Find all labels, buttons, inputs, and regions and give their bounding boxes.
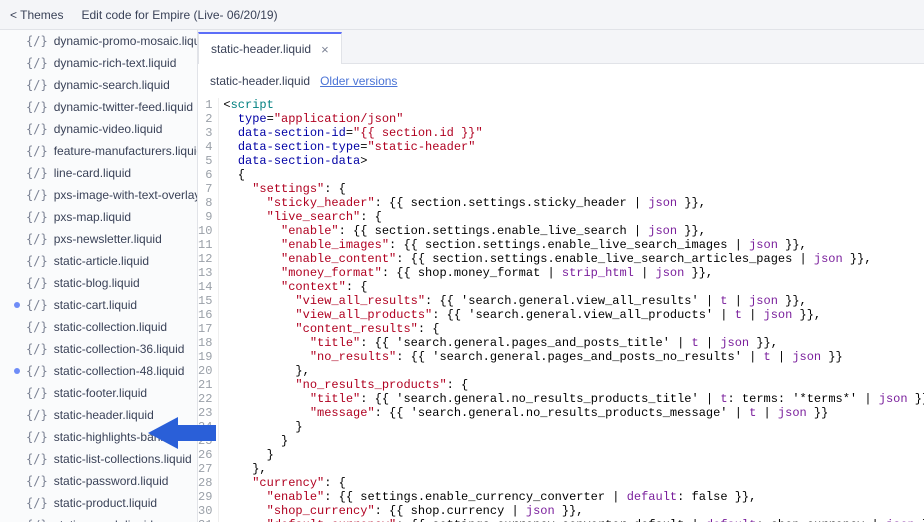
file-label: static-list-collections.liquid — [54, 452, 192, 466]
liquid-file-icon: {/} — [26, 210, 48, 224]
liquid-file-icon: {/} — [26, 386, 48, 400]
sidebar-item[interactable]: {/} static-list-collections.liquid — [0, 448, 197, 470]
sidebar-item[interactable]: {/} static-header.liquid — [0, 404, 197, 426]
file-label: static-blog.liquid — [54, 276, 140, 290]
sidebar-item[interactable]: {/} static-article.liquid — [0, 250, 197, 272]
liquid-file-icon: {/} — [26, 122, 48, 136]
tab-static-header[interactable]: static-header.liquid × — [198, 32, 342, 64]
sidebar-item[interactable]: {/} static-cart.liquid — [0, 294, 197, 316]
file-label: static-header.liquid — [54, 408, 154, 422]
liquid-file-icon: {/} — [26, 276, 48, 290]
code-editor[interactable]: 1234567891011121314151617181920212223242… — [198, 98, 924, 522]
file-label: pxs-image-with-text-overlay.liquid — [54, 188, 197, 202]
file-label: dynamic-search.liquid — [54, 78, 170, 92]
topbar: < Themes Edit code for Empire (Live- 06/… — [0, 0, 924, 30]
file-name: static-header.liquid — [210, 74, 310, 88]
main-panel: {/} dynamic-promo-mosaic.liquid {/} dynamic… — [0, 30, 924, 522]
sidebar-item[interactable]: {/} static-search.liquid — [0, 514, 197, 522]
file-crumbs: static-header.liquid Older versions — [198, 64, 924, 98]
sidebar-item[interactable]: {/} pxs-map.liquid — [0, 206, 197, 228]
file-sidebar[interactable]: {/} dynamic-promo-mosaic.liquid {/} dynamic… — [0, 30, 198, 522]
sidebar-item[interactable]: {/} static-product.liquid — [0, 492, 197, 514]
editor-pane: static-header.liquid × static-header.liq… — [198, 30, 924, 522]
liquid-file-icon: {/} — [26, 166, 48, 180]
file-label: static-password.liquid — [54, 474, 169, 488]
liquid-file-icon: {/} — [26, 364, 48, 378]
sidebar-item[interactable]: {/} static-collection-48.liquid — [0, 360, 197, 382]
sidebar-item[interactable]: {/} dynamic-video.liquid — [0, 118, 197, 140]
line-gutter: 1234567891011121314151617181920212223242… — [198, 98, 219, 522]
code-content[interactable]: <script type="application/json" data-sec… — [219, 98, 924, 522]
sidebar-item[interactable]: {/} static-password.liquid — [0, 470, 197, 492]
sidebar-item[interactable]: {/} static-footer.liquid — [0, 382, 197, 404]
modified-dot-icon — [14, 368, 20, 374]
liquid-file-icon: {/} — [26, 452, 48, 466]
file-label: dynamic-twitter-feed.liquid — [54, 100, 193, 114]
file-label: static-collection.liquid — [54, 320, 167, 334]
file-label: dynamic-promo-mosaic.liquid — [54, 34, 197, 48]
liquid-file-icon: {/} — [26, 232, 48, 246]
older-versions-link[interactable]: Older versions — [320, 74, 397, 88]
file-label: dynamic-video.liquid — [54, 122, 163, 136]
liquid-file-icon: {/} — [26, 342, 48, 356]
file-label: pxs-newsletter.liquid — [54, 232, 162, 246]
sidebar-item[interactable]: {/} static-blog.liquid — [0, 272, 197, 294]
sidebar-item[interactable]: {/} static-collection-36.liquid — [0, 338, 197, 360]
file-label: static-collection-48.liquid — [54, 364, 185, 378]
liquid-file-icon: {/} — [26, 320, 48, 334]
liquid-file-icon: {/} — [26, 188, 48, 202]
file-label: dynamic-rich-text.liquid — [54, 56, 177, 70]
liquid-file-icon: {/} — [26, 408, 48, 422]
file-label: static-search.liquid — [54, 518, 153, 522]
liquid-file-icon: {/} — [26, 298, 48, 312]
modified-dot-icon — [14, 302, 20, 308]
sidebar-item[interactable]: {/} dynamic-promo-mosaic.liquid — [0, 30, 197, 52]
file-label: static-cart.liquid — [54, 298, 137, 312]
liquid-file-icon: {/} — [26, 518, 48, 522]
liquid-file-icon: {/} — [26, 430, 48, 444]
liquid-file-icon: {/} — [26, 56, 48, 70]
file-label: line-card.liquid — [54, 166, 131, 180]
sidebar-item[interactable]: {/} dynamic-rich-text.liquid — [0, 52, 197, 74]
liquid-file-icon: {/} — [26, 474, 48, 488]
tabbar: static-header.liquid × — [198, 30, 924, 64]
liquid-file-icon: {/} — [26, 100, 48, 114]
sidebar-item[interactable]: {/} pxs-newsletter.liquid — [0, 228, 197, 250]
sidebar-item[interactable]: {/} feature-manufacturers.liquid — [0, 140, 197, 162]
liquid-file-icon: {/} — [26, 144, 48, 158]
file-label: static-highlights-banners.liquid — [54, 430, 197, 444]
sidebar-item[interactable]: {/} dynamic-twitter-feed.liquid — [0, 96, 197, 118]
file-label: pxs-map.liquid — [54, 210, 131, 224]
page-title: Edit code for Empire (Live- 06/20/19) — [81, 8, 277, 22]
back-themes-link[interactable]: < Themes — [10, 8, 63, 22]
file-label: feature-manufacturers.liquid — [54, 144, 197, 158]
liquid-file-icon: {/} — [26, 78, 48, 92]
file-label: static-product.liquid — [54, 496, 157, 510]
sidebar-item[interactable]: {/} dynamic-search.liquid — [0, 74, 197, 96]
file-label: static-collection-36.liquid — [54, 342, 185, 356]
liquid-file-icon: {/} — [26, 254, 48, 268]
liquid-file-icon: {/} — [26, 34, 48, 48]
tab-label: static-header.liquid — [211, 42, 311, 56]
sidebar-item[interactable]: {/} static-collection.liquid — [0, 316, 197, 338]
close-icon[interactable]: × — [321, 42, 329, 57]
sidebar-item[interactable]: {/} pxs-image-with-text-overlay.liquid — [0, 184, 197, 206]
sidebar-item[interactable]: {/} line-card.liquid — [0, 162, 197, 184]
liquid-file-icon: {/} — [26, 496, 48, 510]
file-label: static-footer.liquid — [54, 386, 147, 400]
sidebar-item[interactable]: {/} static-highlights-banners.liquid — [0, 426, 197, 448]
file-label: static-article.liquid — [54, 254, 149, 268]
